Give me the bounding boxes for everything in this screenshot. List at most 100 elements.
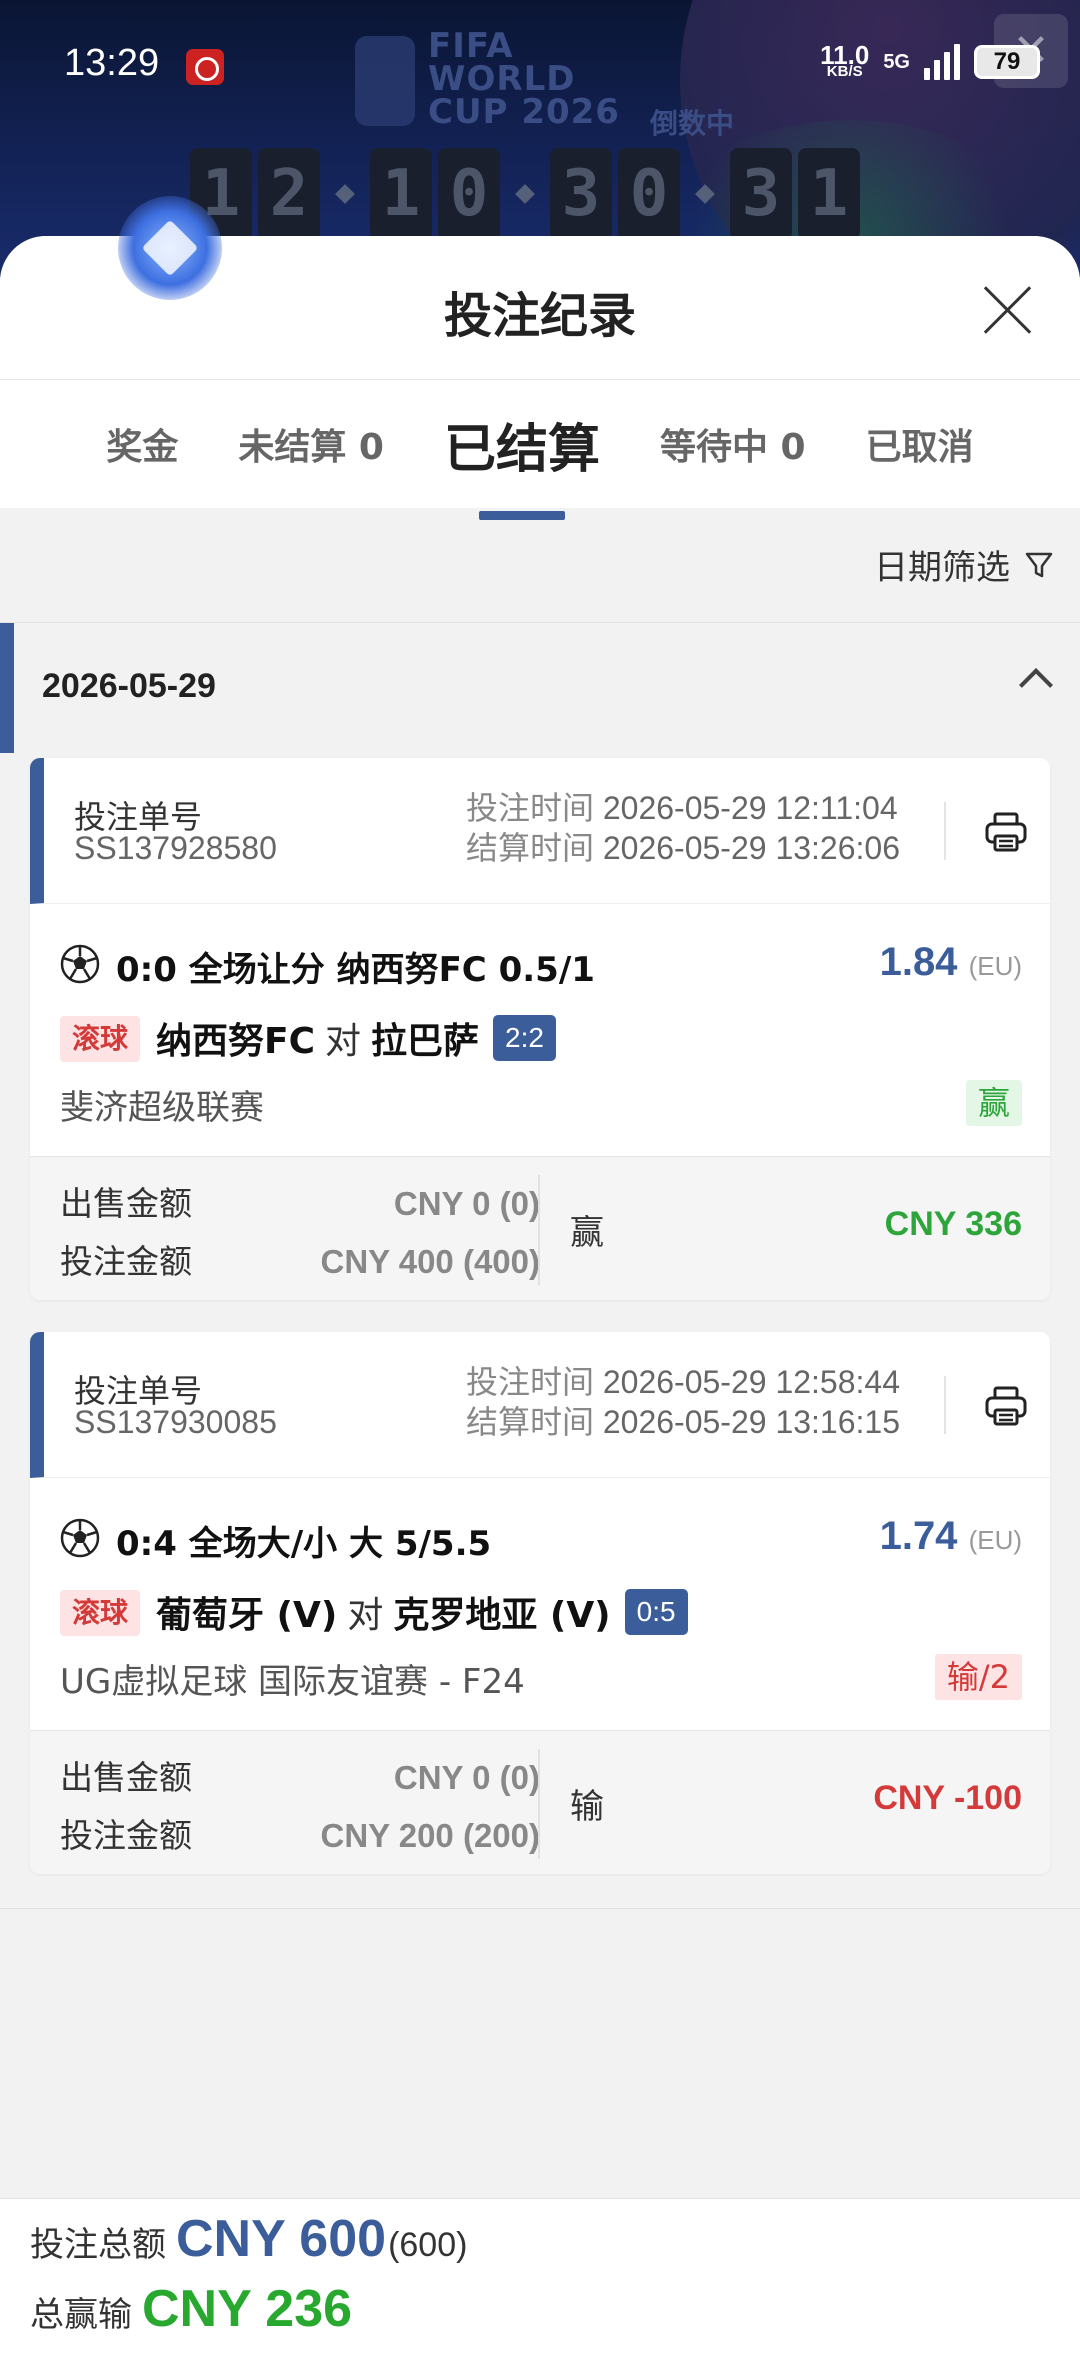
tab-settled[interactable]: 已结算 bbox=[414, 407, 630, 482]
tab-bonus[interactable]: 奖金 bbox=[76, 418, 208, 470]
stake-amount-label: 投注金额 bbox=[60, 1242, 192, 1281]
live-tag: 滚球 bbox=[60, 1016, 141, 1062]
match-teams: 葡萄牙 (V) 对 克罗地亚 (V) 0:5 bbox=[156, 1586, 688, 1638]
settle-time-label: 结算时间 bbox=[465, 1403, 594, 1441]
countdown-digit: 1 bbox=[370, 148, 432, 240]
countdown-digit: 3 bbox=[550, 148, 612, 240]
total-stake-label: 投注总额 bbox=[30, 2225, 166, 2265]
payout-amount: CNY 336 bbox=[884, 1205, 1022, 1243]
close-icon[interactable] bbox=[980, 282, 1036, 338]
net-speed-unit: KB/S bbox=[826, 63, 863, 80]
date-group-marker bbox=[0, 623, 14, 753]
total-win-row: 总赢输 CNY 236 bbox=[30, 2279, 352, 2339]
signal-icon bbox=[924, 44, 960, 80]
print-icon[interactable] bbox=[982, 1382, 1030, 1430]
soccer-ball-icon bbox=[60, 944, 100, 984]
away-team: 克罗地亚 (V) bbox=[393, 1595, 611, 1636]
match-teams: 纳西努FC 对 拉巴萨 2:2 bbox=[156, 1012, 556, 1064]
total-stake: CNY 600 bbox=[176, 2210, 387, 2268]
result-badge: 输/2 bbox=[934, 1654, 1022, 1700]
payout-amount: CNY -100 bbox=[873, 1779, 1022, 1817]
bet-odds: 1.74 (EU) bbox=[880, 1514, 1022, 1559]
total-win-label: 总赢输 bbox=[30, 2295, 132, 2335]
countdown-digits: 1 2 1 0 3 0 3 1 bbox=[190, 148, 860, 240]
settle-state: 输 bbox=[570, 1787, 604, 1827]
vs-label: 对 bbox=[347, 1595, 384, 1636]
stake-amount: CNY 400 (400) bbox=[320, 1243, 540, 1280]
bet-times: 投注时间 2026-05-29 12:11:04 结算时间 2026-05-29… bbox=[466, 788, 900, 868]
total-stake-row: 投注总额 CNY 600 (600) bbox=[30, 2209, 467, 2269]
away-team: 拉巴萨 bbox=[371, 1021, 480, 1062]
bet-card-footer: 出售金额 CNY 0 (0) 投注金额 CNY 400 (400) 赢 CNY 33… bbox=[30, 1156, 1050, 1300]
league-name: 斐济超级联赛 bbox=[60, 1088, 264, 1128]
net-speed: 11.0 KB/S bbox=[820, 42, 869, 80]
status-bar: 13:29 11.0 KB/S 5G 79 bbox=[0, 0, 1080, 130]
settle-time-label: 结算时间 bbox=[465, 829, 594, 867]
sell-amount-label: 出售金额 bbox=[60, 1184, 192, 1223]
status-time: 13:29 bbox=[64, 42, 160, 84]
bet-card-header: 投注单号 SS137928580 投注时间 2026-05-29 12:11:0… bbox=[30, 758, 1050, 904]
stake-amount-label: 投注金额 bbox=[60, 1816, 192, 1855]
battery-icon: 79 bbox=[974, 45, 1040, 79]
settle-state: 赢 bbox=[570, 1213, 604, 1253]
league-name: UG虚拟足球 国际友谊赛 - F24 bbox=[60, 1662, 525, 1702]
bet-card-header: 投注单号 SS137930085 投注时间 2026-05-29 12:58:4… bbox=[30, 1332, 1050, 1478]
countdown-digit: 3 bbox=[730, 148, 792, 240]
bet-time-label: 投注时间 bbox=[465, 1363, 594, 1401]
sell-amount-label: 出售金额 bbox=[60, 1758, 192, 1797]
chevron-up-icon[interactable] bbox=[1019, 668, 1053, 702]
print-icon[interactable] bbox=[982, 808, 1030, 856]
stake-amount: CNY 200 (200) bbox=[320, 1817, 540, 1854]
summary-bar: 投注总额 CNY 600 (600) 总赢输 CNY 236 bbox=[0, 2198, 1080, 2362]
bet-time: 2026-05-29 12:11:04 bbox=[602, 790, 898, 826]
bet-odds: 1.84 (EU) bbox=[880, 940, 1022, 985]
odds-unit: (EU) bbox=[968, 1525, 1022, 1555]
settle-time: 2026-05-29 13:26:06 bbox=[602, 830, 900, 866]
status-indicators: 11.0 KB/S 5G 79 bbox=[820, 42, 1040, 80]
score-badge: 0:5 bbox=[624, 1589, 688, 1635]
filter-bar: 日期筛选 bbox=[0, 508, 1080, 622]
divider bbox=[944, 802, 946, 860]
vs-label: 对 bbox=[325, 1021, 362, 1062]
amounts: 出售金额 CNY 0 (0) 投注金额 CNY 400 (400) bbox=[60, 1175, 540, 1291]
floating-assistant-icon[interactable] bbox=[118, 196, 222, 300]
countdown-digit: 0 bbox=[618, 148, 680, 240]
odds-value: 1.84 bbox=[879, 940, 958, 984]
network-type: 5G bbox=[883, 50, 910, 73]
bet-card-footer: 出售金额 CNY 0 (0) 投注金额 CNY 200 (200) 输 CNY -1… bbox=[30, 1730, 1050, 1874]
total-win: CNY 236 bbox=[142, 2280, 353, 2338]
countdown-digit: 2 bbox=[258, 148, 320, 240]
bet-card-body: 0:4 全场大/小 大 5/5.5 1.74 (EU) 滚球 葡萄牙 (V) 对… bbox=[30, 1478, 1050, 1730]
home-team: 纳西努FC bbox=[156, 1021, 316, 1062]
odds-unit: (EU) bbox=[968, 951, 1022, 981]
bet-title: 0:0 全场让分 纳西努FC 0.5/1 bbox=[116, 950, 595, 990]
divider bbox=[538, 1175, 540, 1285]
bet-card: 投注单号 SS137928580 投注时间 2026-05-29 12:11:0… bbox=[30, 758, 1050, 1300]
odds-value: 1.74 bbox=[879, 1514, 958, 1558]
total-stake-paren: (600) bbox=[388, 2226, 468, 2264]
date-filter-button[interactable]: 日期筛选 bbox=[874, 540, 1054, 589]
tab-unsettled[interactable]: 未结算 0 bbox=[208, 418, 414, 470]
date-filter-label: 日期筛选 bbox=[874, 548, 1010, 588]
countdown-separator bbox=[515, 184, 535, 204]
tab-pending[interactable]: 等待中 0 bbox=[630, 418, 836, 470]
divider bbox=[944, 1376, 946, 1434]
result-badge: 赢 bbox=[965, 1080, 1022, 1126]
countdown-separator bbox=[695, 184, 715, 204]
home-team: 葡萄牙 (V) bbox=[156, 1595, 338, 1636]
sell-amount: CNY 0 (0) bbox=[393, 1759, 540, 1796]
live-tag: 滚球 bbox=[60, 1590, 141, 1636]
score-badge: 2:2 bbox=[493, 1015, 556, 1061]
sell-amount: CNY 0 (0) bbox=[393, 1185, 540, 1222]
filter-icon bbox=[1024, 550, 1054, 580]
tab-cancelled[interactable]: 已取消 bbox=[836, 418, 1004, 470]
date-group-header[interactable]: 2026-05-29 bbox=[0, 622, 1080, 753]
order-number: SS137930085 bbox=[74, 1404, 277, 1440]
order-number: SS137928580 bbox=[74, 830, 277, 866]
bet-title: 0:4 全场大/小 大 5/5.5 bbox=[116, 1524, 492, 1564]
divider bbox=[538, 1749, 540, 1859]
amounts: 出售金额 CNY 0 (0) 投注金额 CNY 200 (200) bbox=[60, 1749, 540, 1865]
bet-times: 投注时间 2026-05-29 12:58:44 结算时间 2026-05-29… bbox=[466, 1362, 900, 1442]
bet-card: 投注单号 SS137930085 投注时间 2026-05-29 12:58:4… bbox=[30, 1332, 1050, 1874]
date-group-label: 2026-05-29 bbox=[42, 667, 216, 705]
